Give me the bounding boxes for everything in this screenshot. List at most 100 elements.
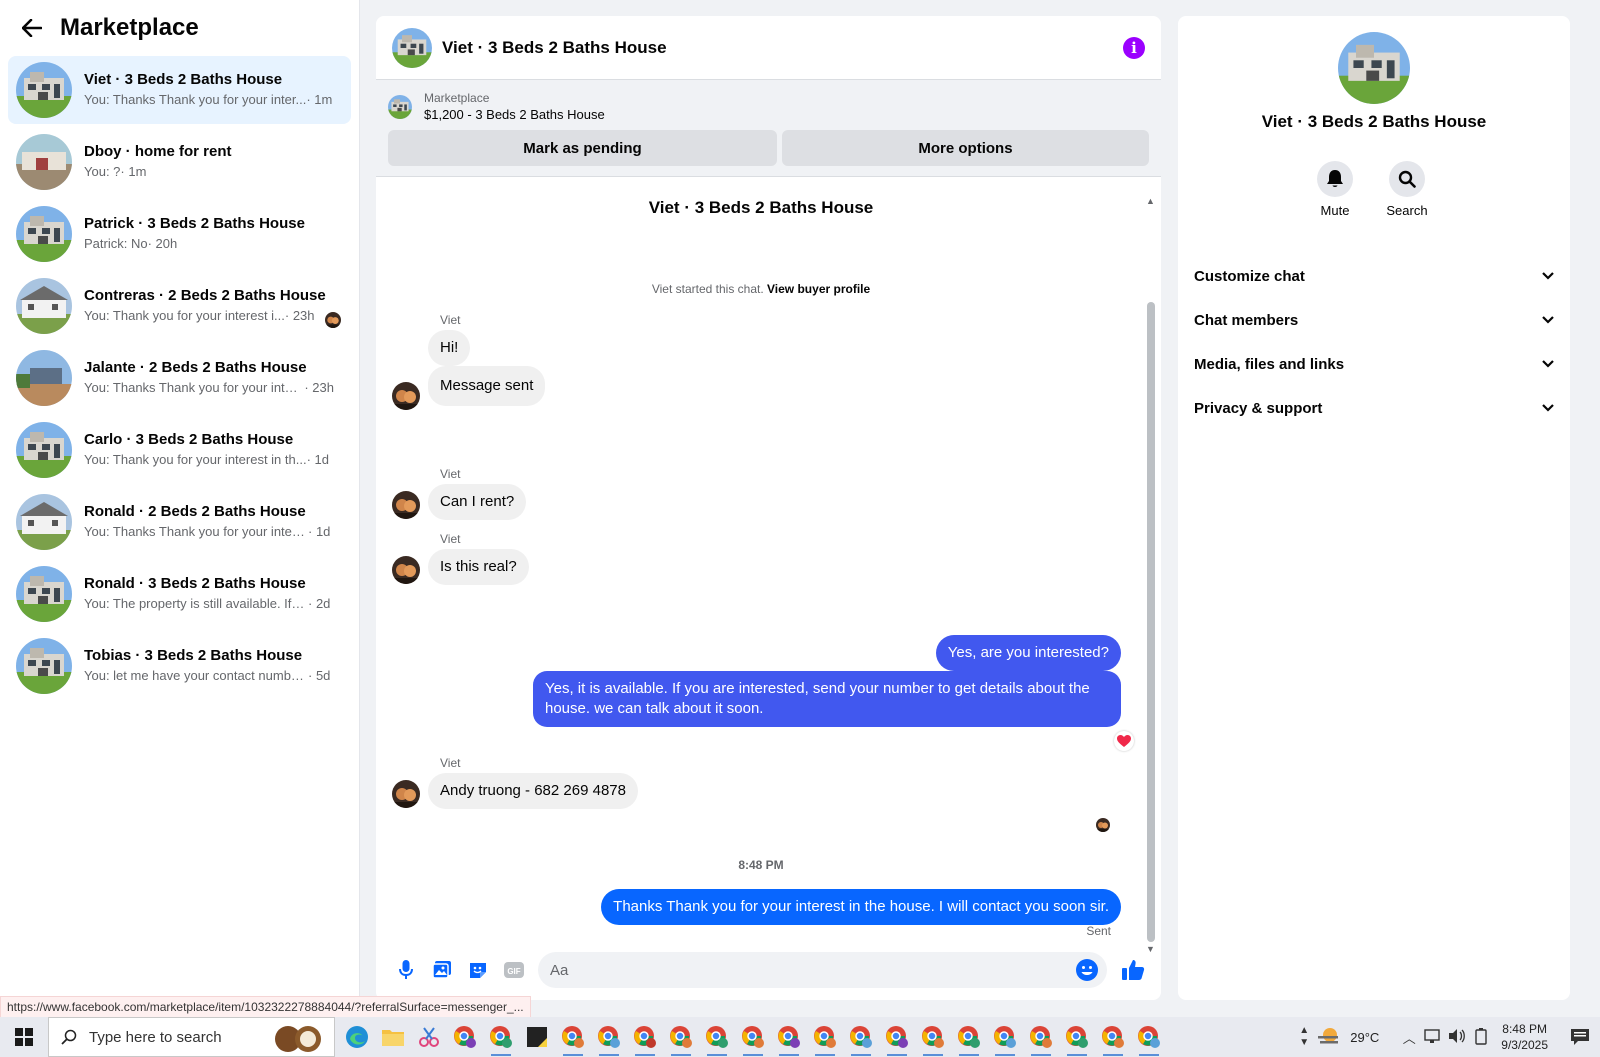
chrome-profile-icon[interactable]	[1131, 1017, 1167, 1057]
conversation-item[interactable]: Ronald · 2 Beds 2 Baths House You: Thank…	[8, 488, 351, 556]
conversation-name: Jalante · 2 Beds 2 Baths House	[84, 359, 307, 376]
conversation-list: Viet · 3 Beds 2 Baths House You: Thanks …	[0, 56, 359, 700]
chrome-profile-icon[interactable]	[1095, 1017, 1131, 1057]
chrome-profile-icon[interactable]	[699, 1017, 735, 1057]
time-separator: 8:48 PM	[738, 858, 784, 872]
info-icon[interactable]: i	[1123, 36, 1145, 59]
message-thread: Viet · 3 Beds 2 Baths House Viet started…	[376, 194, 1146, 938]
back-arrow-icon[interactable]	[18, 14, 46, 42]
chrome-profile-icon[interactable]	[591, 1017, 627, 1057]
chrome-profile-icon[interactable]	[555, 1017, 591, 1057]
chrome-profile-icon[interactable]	[663, 1017, 699, 1057]
chat-avatar[interactable]	[392, 28, 432, 68]
sticky-notes-icon[interactable]	[519, 1017, 555, 1057]
chrome-profile-icon[interactable]	[843, 1017, 879, 1057]
battery-icon[interactable]	[1469, 1027, 1493, 1048]
sender-avatar[interactable]	[392, 556, 420, 584]
conversation-item[interactable]: Contreras · 2 Beds 2 Baths House You: Th…	[8, 272, 351, 340]
taskbar-clock[interactable]: 8:48 PM 9/3/2025	[1501, 1021, 1548, 1053]
windows-taskbar: Type here to search ▲ ▼ 29°C ︿ 8:48 PM 9…	[0, 1017, 1600, 1057]
chrome-profile-icon[interactable]	[627, 1017, 663, 1057]
conversation-item[interactable]: Jalante · 2 Beds 2 Baths House You: Than…	[8, 344, 351, 412]
marketplace-label: Marketplace	[424, 91, 490, 105]
search-button[interactable]: Search	[1377, 161, 1437, 218]
chrome-profile-icon[interactable]	[447, 1017, 483, 1057]
photo-icon[interactable]	[424, 952, 460, 988]
conversation-time: · 20h	[147, 236, 178, 251]
chevron-down-icon	[1542, 272, 1554, 280]
chrome-profile-icon[interactable]	[483, 1017, 519, 1057]
conversation-item[interactable]: Ronald · 3 Beds 2 Baths House You: The p…	[8, 560, 351, 628]
message-scrollbar[interactable]: ▲ ▼	[1145, 194, 1155, 954]
conversation-sidebar: Marketplace Viet · 3 Beds 2 Baths House …	[0, 0, 360, 1000]
message-input[interactable]	[550, 961, 1075, 979]
chat-panel: Viet · 3 Beds 2 Baths House i Marketplac…	[376, 16, 1161, 1000]
conversation-name: Carlo · 3 Beds 2 Baths House	[84, 431, 294, 448]
conversation-time: · 2d	[308, 596, 331, 611]
conversation-item[interactable]: Carlo · 3 Beds 2 Baths House You: Thank …	[8, 416, 351, 484]
message-composer: GIF	[376, 940, 1161, 1000]
edge-browser-icon[interactable]	[339, 1017, 375, 1057]
like-thumbs-up-icon[interactable]	[1115, 952, 1151, 988]
taskbar-scroll-icon[interactable]: ▲ ▼	[1292, 1025, 1316, 1049]
conversation-item[interactable]: Viet · 3 Beds 2 Baths House You: Thanks …	[8, 56, 351, 124]
chrome-profile-icon[interactable]	[879, 1017, 915, 1057]
chevron-up-icon[interactable]: ︿	[1397, 1028, 1421, 1047]
sender-avatar[interactable]	[392, 491, 420, 519]
weather-widget[interactable]: 29°C	[1316, 1026, 1379, 1048]
sidebar-header: Marketplace	[0, 0, 359, 56]
item-thumbnail[interactable]	[388, 95, 412, 119]
more-options-button[interactable]: More options	[781, 130, 1149, 166]
sticker-icon[interactable]	[460, 952, 496, 988]
file-explorer-icon[interactable]	[375, 1017, 411, 1057]
privacy-support-section[interactable]: Privacy & support	[1194, 386, 1554, 430]
mute-button[interactable]: Mute	[1305, 161, 1365, 218]
message-bubble: Andy truong - 682 269 4878	[428, 773, 638, 809]
sender-avatar[interactable]	[392, 382, 420, 410]
conversation-preview: You: The property is still available. If…	[84, 596, 308, 611]
chevron-down-icon	[1542, 404, 1554, 412]
details-avatar[interactable]	[1338, 32, 1410, 104]
chat-members-section[interactable]: Chat members	[1194, 298, 1554, 342]
notification-center-icon[interactable]	[1560, 1028, 1600, 1046]
volume-icon[interactable]	[1445, 1028, 1469, 1047]
network-icon[interactable]	[1421, 1028, 1445, 1047]
chrome-profile-icon[interactable]	[1023, 1017, 1059, 1057]
windows-start-icon[interactable]	[0, 1017, 48, 1057]
chrome-profile-icon[interactable]	[915, 1017, 951, 1057]
chrome-profile-icon[interactable]	[1059, 1017, 1095, 1057]
scroll-up-icon[interactable]: ▲	[1146, 196, 1155, 206]
chrome-profile-icon[interactable]	[771, 1017, 807, 1057]
message-bubble: Yes, are you interested?	[935, 635, 1121, 671]
listing-thumbnail	[16, 62, 72, 118]
microphone-icon[interactable]	[388, 952, 424, 988]
chrome-profile-icon[interactable]	[807, 1017, 843, 1057]
conversation-preview: You: Thanks Thank you for your inter...	[84, 92, 307, 107]
chat-title[interactable]: Viet · 3 Beds 2 Baths House	[442, 38, 667, 58]
sender-avatar[interactable]	[392, 780, 420, 808]
chrome-profile-icon[interactable]	[987, 1017, 1023, 1057]
heart-reaction-icon[interactable]	[1114, 731, 1134, 751]
view-buyer-profile-link[interactable]: View buyer profile	[767, 282, 870, 296]
media-files-links-section[interactable]: Media, files and links	[1194, 342, 1554, 386]
conversation-item[interactable]: Tobias · 3 Beds 2 Baths House You: let m…	[8, 632, 351, 700]
clock-time: 8:48 PM	[1502, 1022, 1547, 1036]
conversation-preview: You: let me have your contact number...	[84, 668, 308, 683]
conversation-details-panel: Viet · 3 Beds 2 Baths House Mute Search …	[1178, 16, 1570, 1000]
conversation-time: · 23h	[284, 308, 315, 323]
scrollbar-thumb[interactable]	[1147, 302, 1155, 942]
search-icon	[1389, 161, 1425, 197]
conversation-time: · 1d	[308, 524, 331, 539]
mark-as-pending-button[interactable]: Mark as pending	[388, 130, 777, 166]
conversation-item[interactable]: Dboy · home for rent You: ? · 1m	[8, 128, 351, 196]
conversation-time: · 23h	[304, 380, 334, 395]
item-price-title[interactable]: $1,200 - 3 Beds 2 Baths House	[424, 106, 605, 124]
snipping-tool-icon[interactable]	[411, 1017, 447, 1057]
customize-chat-section[interactable]: Customize chat	[1194, 254, 1554, 298]
chrome-profile-icon[interactable]	[735, 1017, 771, 1057]
conversation-item[interactable]: Patrick · 3 Beds 2 Baths House Patrick: …	[8, 200, 351, 268]
emoji-icon[interactable]	[1075, 958, 1099, 982]
gif-icon[interactable]: GIF	[496, 952, 532, 988]
chrome-profile-icon[interactable]	[951, 1017, 987, 1057]
taskbar-search-box[interactable]: Type here to search	[48, 1017, 335, 1057]
